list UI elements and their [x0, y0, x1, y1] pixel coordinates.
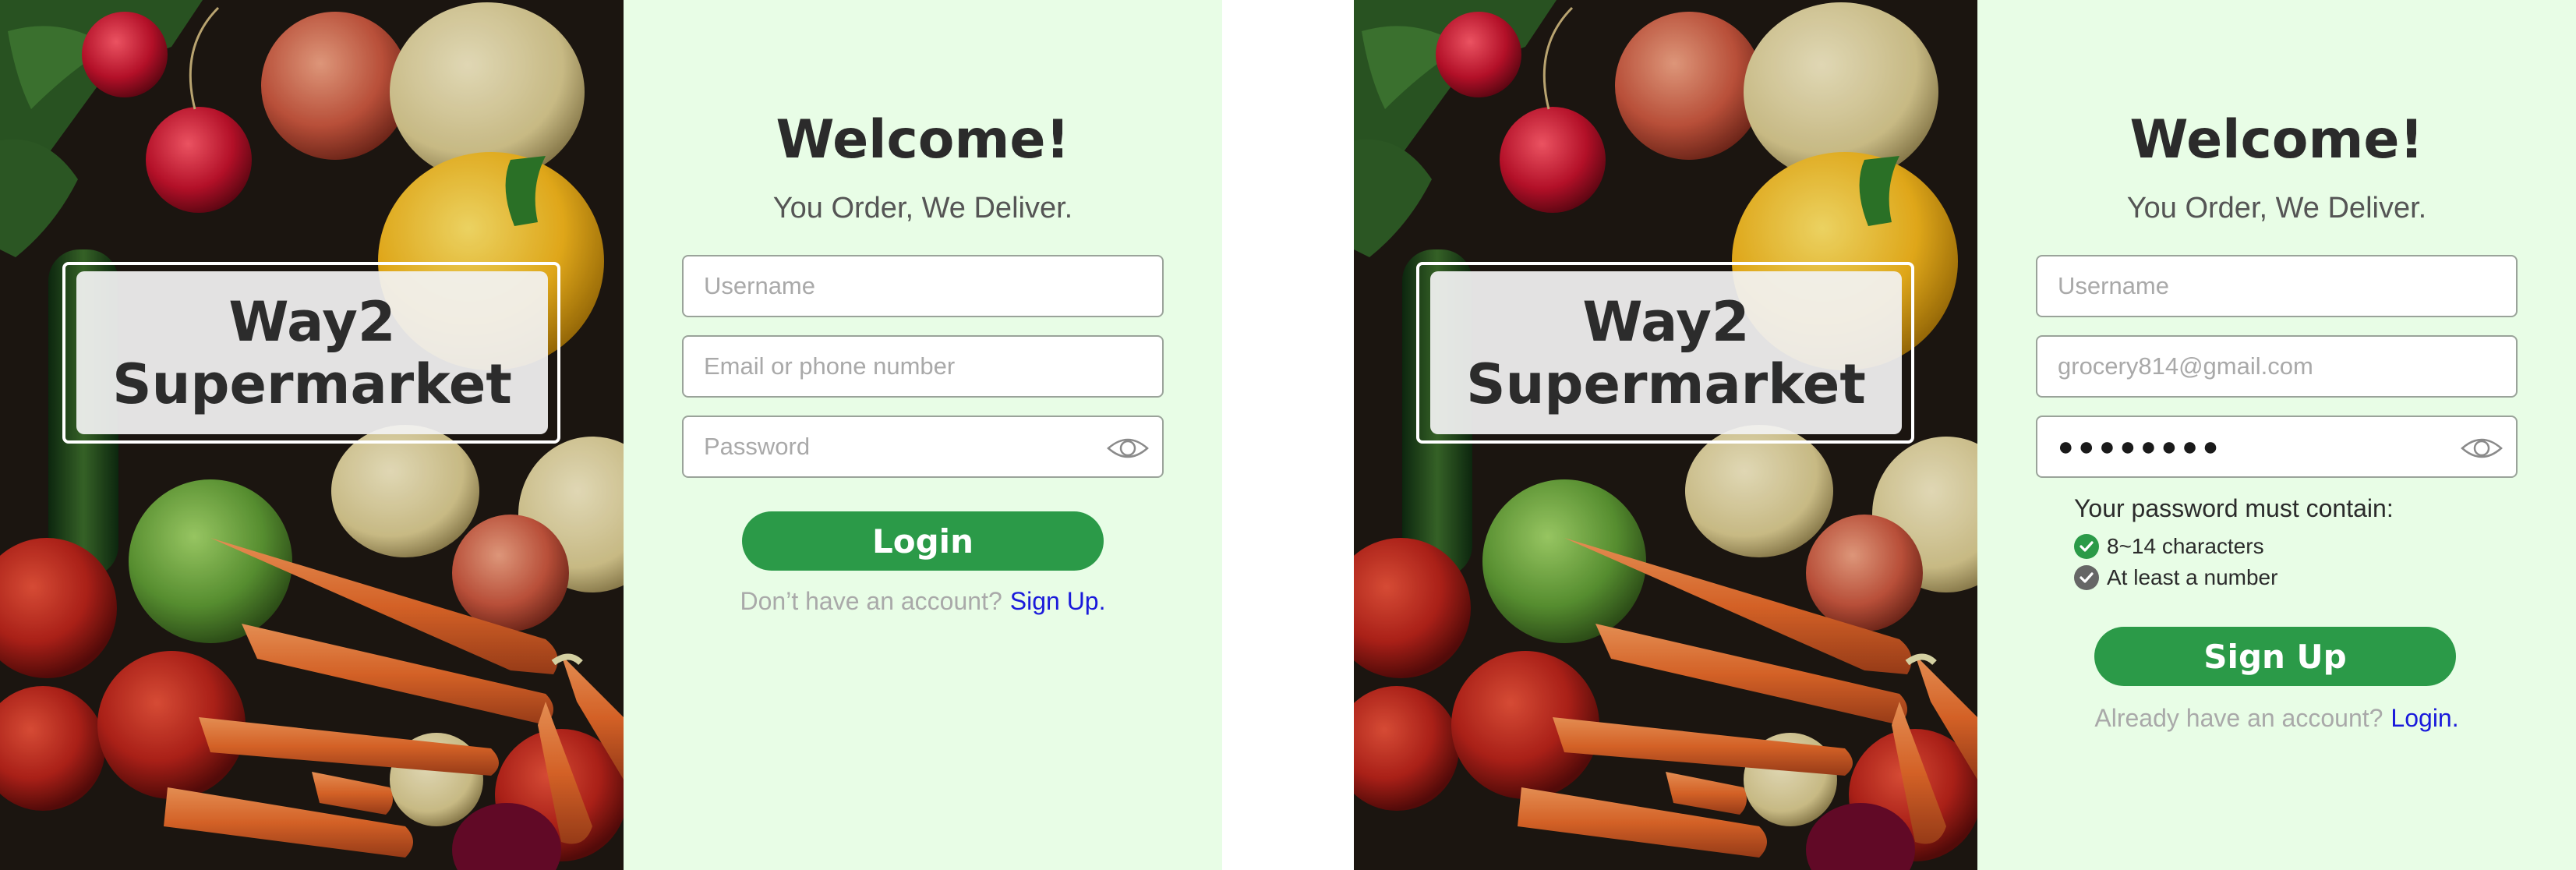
check-circle-icon: [2074, 565, 2099, 590]
eye-icon[interactable]: [2460, 434, 2504, 462]
password-requirements: Your password must contain: 8~14 charact…: [2074, 494, 2394, 593]
tagline: You Order, We Deliver.: [2126, 192, 2427, 225]
requirement-label: 8~14 characters: [2107, 534, 2264, 558]
email-field[interactable]: Email or phone number: [682, 335, 1164, 398]
signup-link[interactable]: Sign Up.: [1010, 587, 1106, 615]
welcome-title: Welcome!: [2129, 109, 2424, 171]
check-circle-icon: [2074, 534, 2099, 559]
password-placeholder: Password: [704, 433, 811, 460]
sign-up-button[interactable]: Sign Up: [2094, 627, 2456, 686]
username-placeholder: Username: [2058, 272, 2169, 299]
password-field[interactable]: Password: [682, 416, 1164, 478]
email-placeholder: Email or phone number: [704, 352, 956, 380]
login-link[interactable]: Login.: [2390, 704, 2458, 732]
signup-question: Don’t have an account?: [740, 587, 1002, 615]
login-question: Already have an account?: [2094, 704, 2383, 732]
tagline: You Order, We Deliver.: [772, 192, 1073, 225]
signup-form-panel: Welcome! You Order, We Deliver. Username…: [1977, 0, 2576, 870]
brand-name: Way2 Supermarket: [1466, 289, 1866, 416]
vegetables-photo: Way2 Supermarket: [0, 0, 624, 870]
username-field[interactable]: Username: [2036, 255, 2518, 317]
login-prompt: Already have an account? Login.: [1977, 704, 2576, 733]
requirement-label: At least a number: [2107, 565, 2278, 589]
login-form-panel: Welcome! You Order, We Deliver. Username…: [624, 0, 1222, 870]
requirement-length: 8~14 characters: [2074, 531, 2394, 562]
brand-name: Way2 Supermarket: [112, 289, 512, 416]
signup-screen: Way2 Supermarket Welcome! You Order, We …: [1354, 0, 2576, 870]
requirement-number: At least a number: [2074, 562, 2394, 593]
signup-prompt: Don’t have an account? Sign Up.: [624, 587, 1222, 616]
password-field[interactable]: ●●●●●●●●: [2036, 416, 2518, 478]
eye-icon[interactable]: [1106, 434, 1150, 462]
password-requirements-heading: Your password must contain:: [2074, 494, 2394, 522]
password-masked-value: ●●●●●●●●: [2058, 431, 2224, 462]
username-field[interactable]: Username: [682, 255, 1164, 317]
email-value: grocery814@gmail.com: [2058, 352, 2313, 380]
welcome-title: Welcome!: [776, 109, 1070, 171]
login-button[interactable]: Login: [742, 511, 1104, 571]
brand-logo-card: Way2 Supermarket: [1430, 271, 1902, 434]
email-field[interactable]: grocery814@gmail.com: [2036, 335, 2518, 398]
username-placeholder: Username: [704, 272, 815, 299]
vegetables-photo: Way2 Supermarket: [1354, 0, 1977, 870]
login-screen: Way2 Supermarket Welcome! You Order, We …: [0, 0, 1222, 870]
brand-logo-card: Way2 Supermarket: [76, 271, 548, 434]
